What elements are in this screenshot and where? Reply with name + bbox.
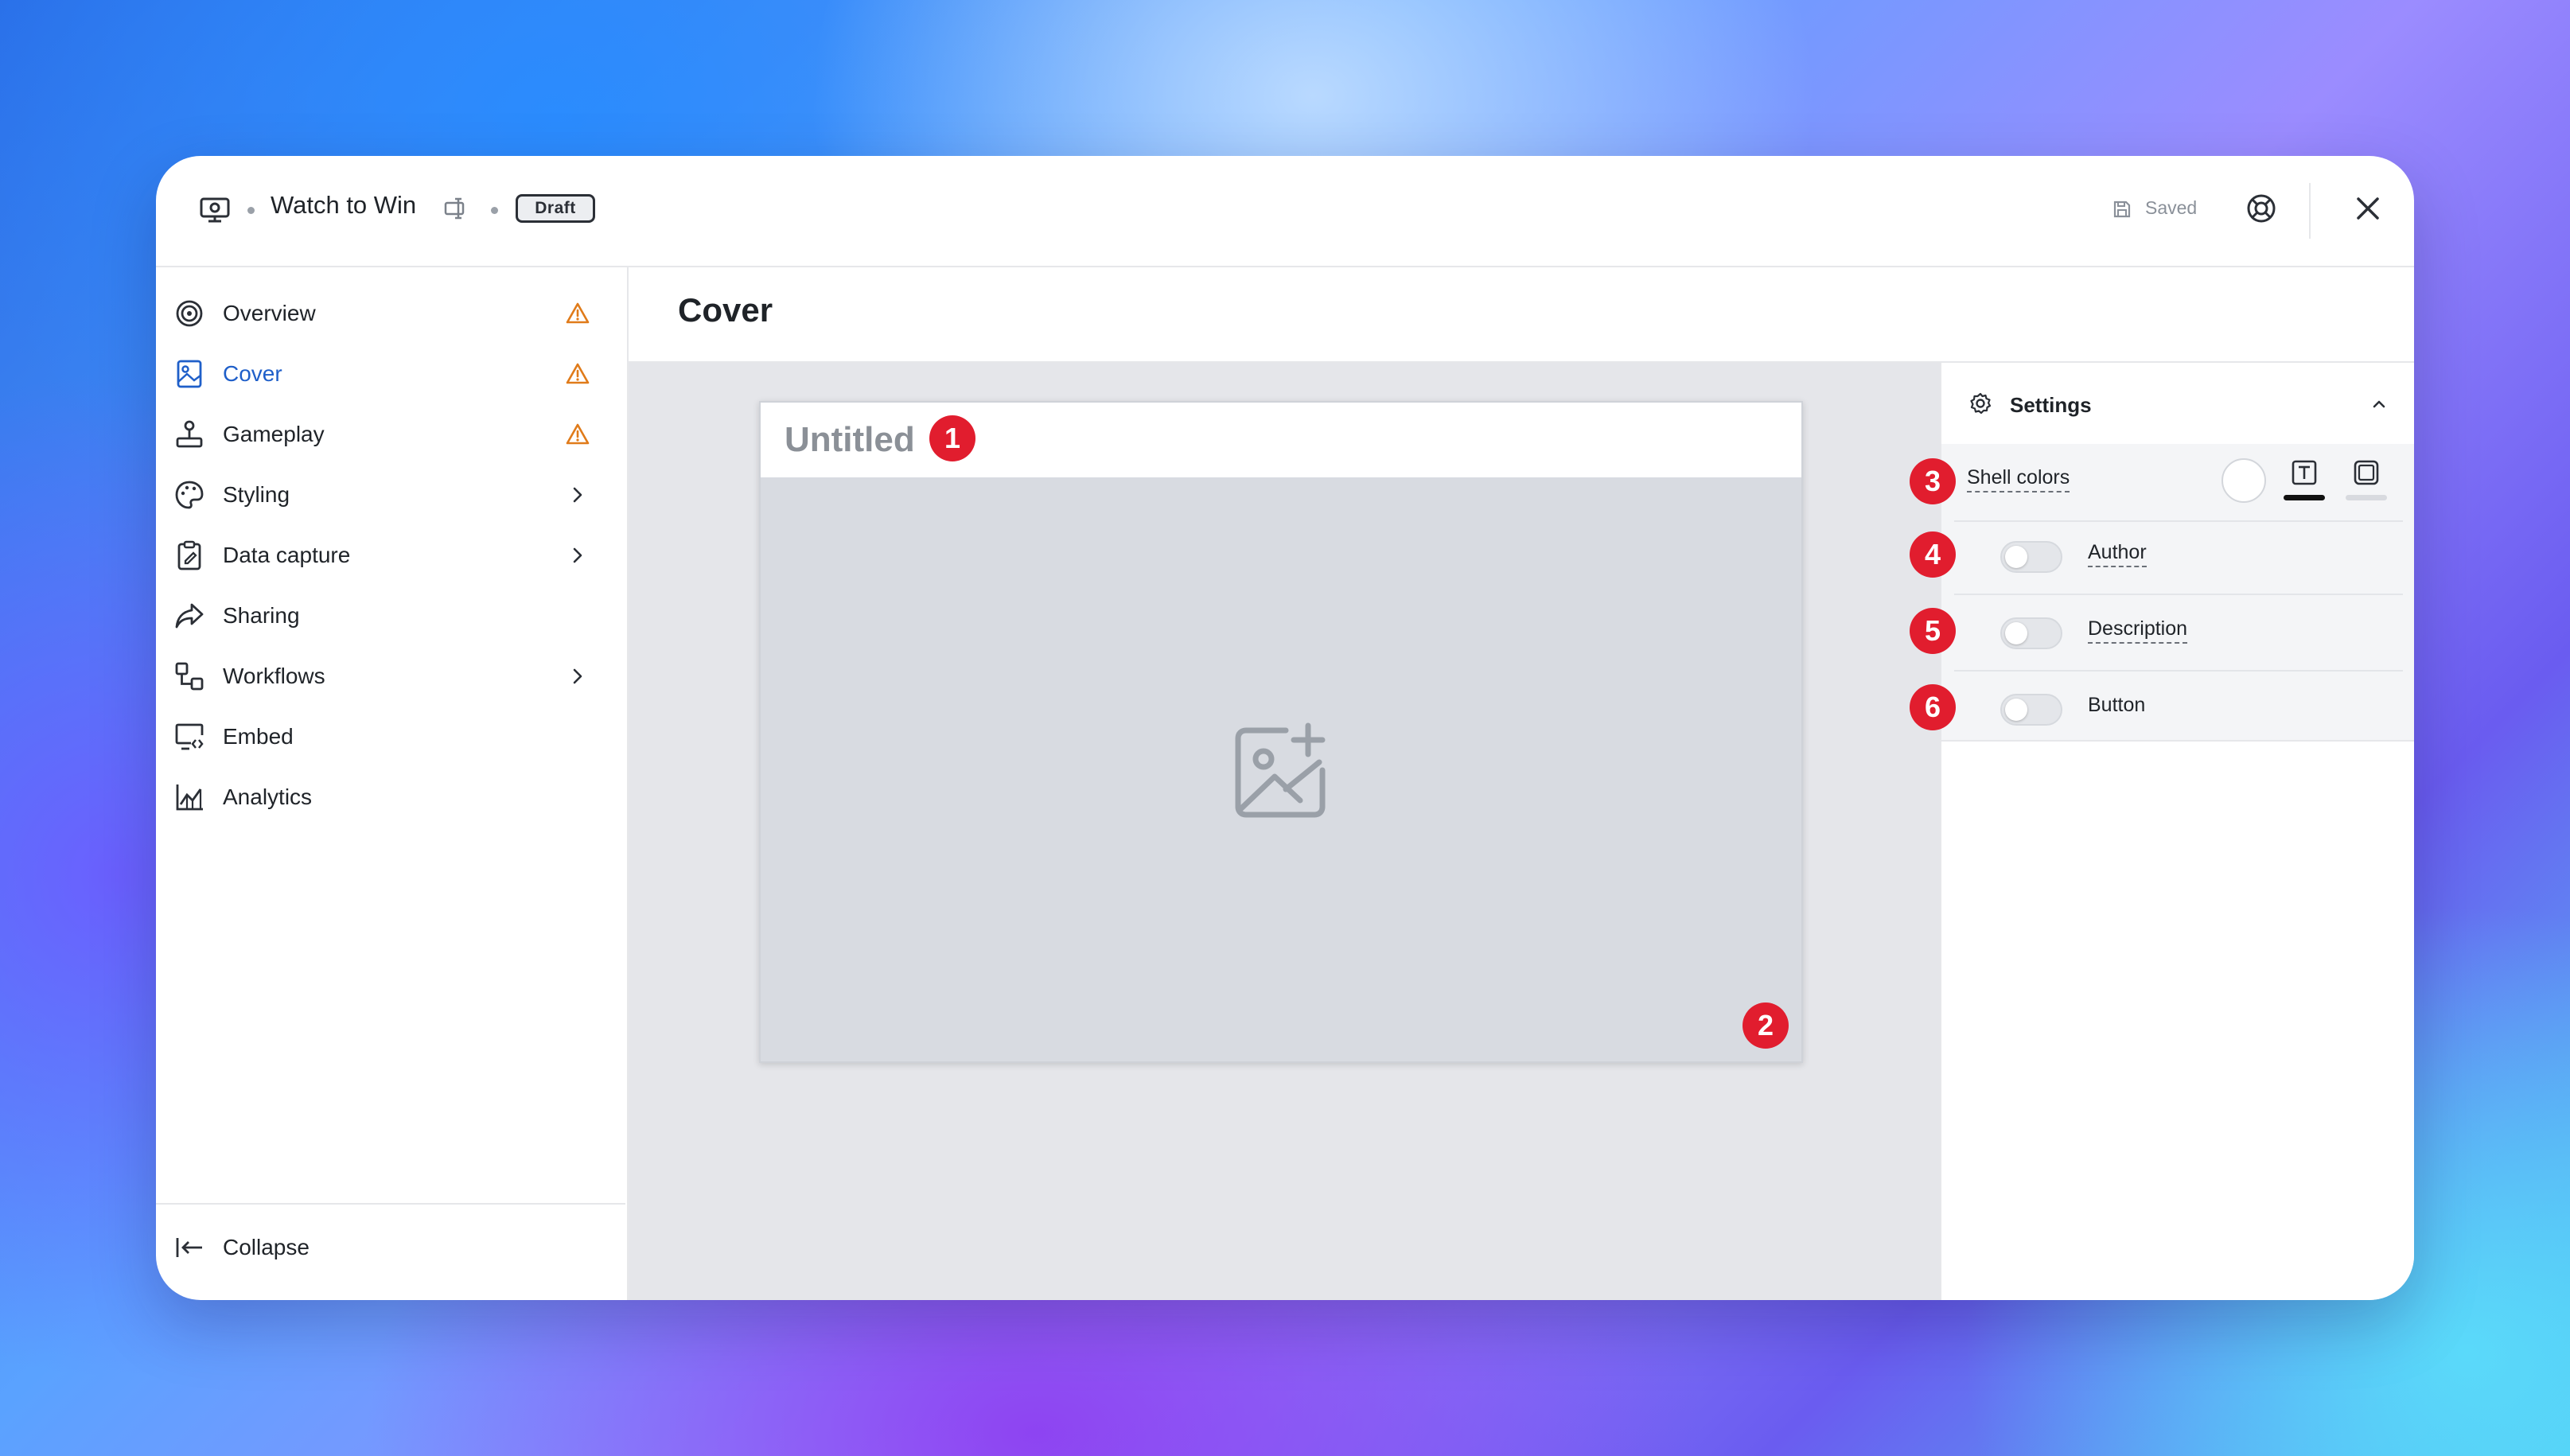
- annotation-badge-4: 4: [1910, 531, 1956, 578]
- gear-icon: [1968, 391, 1992, 415]
- target-icon: [173, 298, 205, 329]
- app-window: Watch to Win Draft Saved Overview Cover …: [156, 156, 2414, 1300]
- background-color-button[interactable]: [2344, 457, 2389, 508]
- add-image-icon[interactable]: [1230, 721, 1334, 824]
- clipboard-icon: [173, 539, 205, 571]
- sidebar-item-data-capture[interactable]: Data capture: [172, 530, 609, 581]
- collapse-arrow-icon: [173, 1232, 205, 1263]
- sidebar-item-cover[interactable]: Cover: [172, 348, 609, 399]
- annotation-badge-1: 1: [929, 415, 975, 461]
- sidebar-item-gameplay[interactable]: Gameplay: [172, 409, 609, 460]
- description-row: Description: [1954, 594, 2403, 672]
- project-title[interactable]: Watch to Win: [271, 191, 416, 220]
- chevron-right-icon: [565, 482, 590, 508]
- sidebar-item-analytics[interactable]: Analytics: [172, 772, 609, 823]
- toggle-knob: [2005, 699, 2027, 721]
- chevron-right-icon: [565, 543, 590, 568]
- toggle-knob: [2005, 546, 2027, 568]
- cover-title[interactable]: Untitled: [785, 420, 915, 460]
- page-title: Cover: [678, 291, 773, 329]
- chevron-right-icon: [565, 664, 590, 689]
- warning-icon: [565, 361, 590, 387]
- sidebar-item-label: Analytics: [223, 784, 313, 809]
- palette-icon: [173, 479, 205, 511]
- sidebar-item-overview[interactable]: Overview: [172, 288, 609, 339]
- shell-colors-row: Shell colors: [1954, 444, 2403, 522]
- description-label[interactable]: Description: [2088, 617, 2188, 644]
- annotation-badge-5: 5: [1910, 608, 1956, 654]
- sidebar-item-label: Gameplay: [223, 422, 325, 446]
- rename-icon[interactable]: [442, 194, 471, 223]
- embed-monitor-icon: [173, 721, 205, 753]
- text-color-button[interactable]: [2282, 457, 2327, 508]
- chevron-up-icon[interactable]: [2368, 393, 2390, 415]
- button-toggle[interactable]: [2000, 694, 2062, 726]
- save-status: Saved: [2145, 197, 2198, 218]
- sidebar-item-label: Styling: [223, 482, 290, 507]
- author-label[interactable]: Author: [2088, 541, 2147, 567]
- button-row: Button: [1954, 670, 2403, 746]
- editor-canvas: Untitled 1 2: [629, 363, 1940, 1300]
- shell-color-swatch[interactable]: [2221, 458, 2266, 503]
- cover-preview-card[interactable]: Untitled 1 2: [759, 401, 1803, 1063]
- collapse-button[interactable]: Collapse: [172, 1222, 609, 1273]
- sidebar: Overview Cover Gameplay Styling Data cap…: [156, 267, 629, 1300]
- button-label: Button: [2088, 694, 2146, 716]
- close-icon[interactable]: [2352, 193, 2384, 224]
- shell-colors-label[interactable]: Shell colors: [1967, 466, 2070, 492]
- author-toggle[interactable]: [2000, 541, 2062, 573]
- author-row: Author: [1954, 517, 2403, 595]
- sidebar-item-label: Embed: [223, 724, 294, 749]
- workflow-icon: [173, 660, 205, 692]
- status-badge: Draft: [516, 194, 595, 223]
- separator-dot: [491, 207, 498, 214]
- collapse-label: Collapse: [223, 1235, 310, 1259]
- annotation-badge-2: 2: [1743, 1002, 1789, 1049]
- annotation-badge-3: 3: [1910, 458, 1956, 504]
- lifebuoy-help-icon[interactable]: [2244, 191, 2279, 226]
- sidebar-item-label: Cover: [223, 361, 282, 386]
- separator-dot: [247, 207, 255, 214]
- settings-body: Shell colors Author Description Button: [1941, 444, 2414, 742]
- warning-icon: [565, 301, 590, 326]
- cover-header: Untitled: [761, 403, 1801, 477]
- chart-icon: [173, 781, 205, 813]
- sidebar-item-label: Overview: [223, 301, 316, 325]
- monitor-icon: [199, 194, 231, 226]
- settings-title: Settings: [2010, 393, 2092, 417]
- settings-panel: Settings Shell colors Author Description…: [1910, 363, 2414, 1300]
- warning-icon: [565, 422, 590, 447]
- sidebar-item-embed[interactable]: Embed: [172, 711, 609, 762]
- header-divider: [2309, 183, 2311, 239]
- sidebar-item-label: Workflows: [223, 664, 325, 688]
- sidebar-item-label: Data capture: [223, 543, 351, 567]
- sidebar-divider: [156, 1203, 625, 1205]
- share-arrow-icon: [173, 600, 205, 632]
- settings-header[interactable]: Settings: [1941, 363, 2414, 444]
- description-toggle[interactable]: [2000, 617, 2062, 649]
- top-bar: Watch to Win Draft Saved: [156, 156, 2414, 267]
- save-icon: [2112, 199, 2132, 220]
- joystick-icon: [173, 419, 205, 450]
- annotation-badge-6: 6: [1910, 684, 1956, 730]
- image-portrait-icon: [173, 358, 205, 390]
- sidebar-item-styling[interactable]: Styling: [172, 469, 609, 520]
- sidebar-item-label: Sharing: [223, 603, 300, 628]
- sidebar-item-sharing[interactable]: Sharing: [172, 590, 609, 641]
- toggle-knob: [2005, 622, 2027, 644]
- sidebar-item-workflows[interactable]: Workflows: [172, 651, 609, 702]
